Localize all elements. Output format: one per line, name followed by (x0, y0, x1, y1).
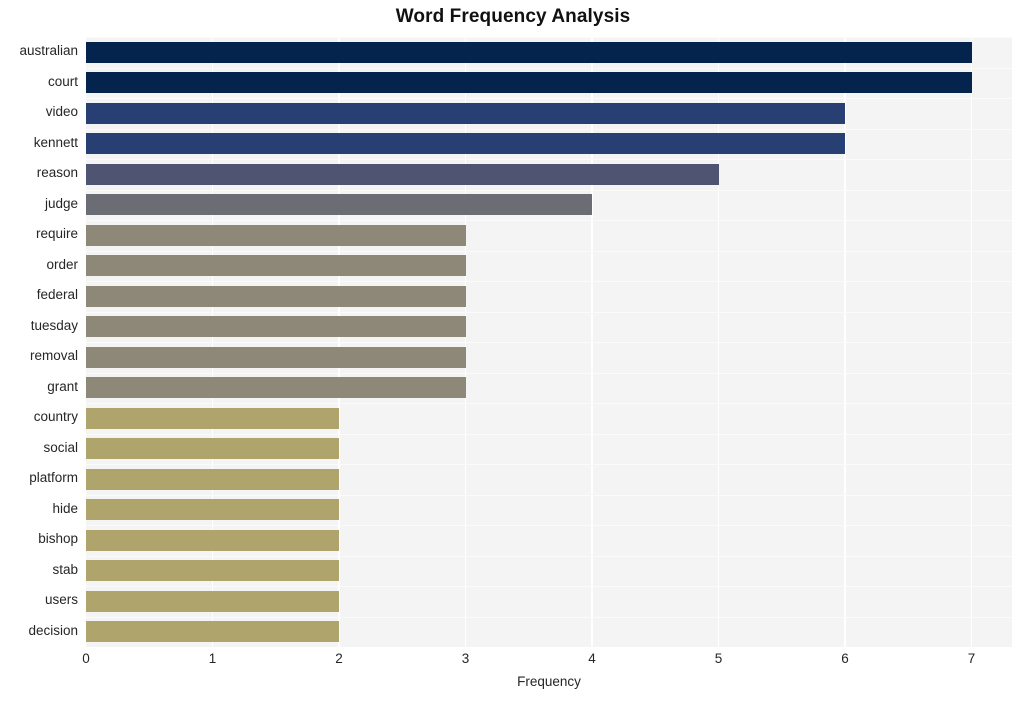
bar-require (86, 224, 466, 246)
gridline-horizontal (86, 586, 1012, 588)
gridline-horizontal (86, 372, 1012, 374)
gridline-horizontal (86, 433, 1012, 435)
gridline-horizontal (86, 464, 1012, 466)
x-tick-label-2: 2 (335, 651, 343, 666)
y-tick-label-federal: federal (36, 287, 78, 303)
y-tick-label-reason: reason (36, 165, 78, 181)
y-tick-label-judge: judge (44, 195, 78, 211)
y-tick-label-order: order (46, 256, 78, 272)
y-tick-label-hide: hide (52, 500, 78, 516)
gridline-horizontal (86, 311, 1012, 313)
bar-court (86, 72, 972, 94)
gridline-horizontal (86, 342, 1012, 344)
y-tick-label-users: users (44, 592, 78, 608)
bar-users (86, 590, 339, 612)
gridline-horizontal (86, 616, 1012, 618)
bar-hide (86, 499, 339, 521)
gridline-horizontal (86, 525, 1012, 527)
x-tick-label-1: 1 (208, 651, 217, 666)
y-tick-label-country: country (33, 409, 78, 425)
y-tick-label-court: court (47, 73, 78, 89)
gridline-horizontal (86, 189, 1012, 191)
bar-tuesday (86, 316, 466, 338)
gridline-horizontal (86, 67, 1012, 69)
x-axis-label: Frequency (517, 674, 581, 689)
gridline-horizontal (86, 403, 1012, 405)
y-tick-label-australian: australian (19, 43, 78, 59)
y-tick-label-kennett: kennett (33, 134, 78, 150)
x-tick-label-6: 6 (841, 651, 849, 666)
y-tick-label-video: video (45, 104, 78, 120)
gridline-horizontal (86, 220, 1012, 222)
gridline-horizontal (86, 98, 1012, 100)
y-tick-label-removal: removal (29, 348, 78, 364)
gridline-horizontal (86, 494, 1012, 496)
x-tick-label-7: 7 (967, 651, 976, 666)
bar-grant (86, 377, 466, 399)
x-tick-label-5: 5 (714, 651, 723, 666)
y-tick-label-grant: grant (47, 378, 78, 394)
gridline-horizontal (86, 37, 1012, 39)
chart-figure: Word Frequency Analysis australian court v… (0, 0, 1026, 701)
y-tick-label-stab: stab (52, 561, 78, 577)
bar-federal (86, 285, 466, 307)
bar-bishop (86, 529, 339, 551)
gridline-horizontal (86, 281, 1012, 283)
bar-country (86, 407, 339, 429)
bar-platform (86, 468, 339, 490)
x-tick-label-4: 4 (588, 651, 596, 666)
bar-australian (86, 41, 972, 63)
y-tick-label-tuesday: tuesday (30, 317, 78, 333)
bar-order (86, 255, 466, 277)
y-tick-label-decision: decision (28, 622, 78, 638)
bar-kennett (86, 133, 846, 155)
bar-decision (86, 621, 339, 643)
plot-area (86, 37, 1012, 647)
bar-video (86, 102, 846, 124)
gridline-horizontal (86, 159, 1012, 161)
y-tick-label-social: social (43, 439, 78, 455)
y-tick-label-platform: platform (29, 470, 78, 486)
y-tick-label-require: require (35, 226, 78, 242)
bar-social (86, 438, 339, 460)
bar-judge (86, 194, 592, 216)
gridline-horizontal (86, 128, 1012, 130)
bar-removal (86, 346, 466, 368)
chart-title: Word Frequency Analysis (395, 6, 631, 27)
gridline-horizontal (86, 555, 1012, 557)
x-tick-label-0: 0 (82, 651, 90, 666)
x-tick-label-3: 3 (461, 651, 470, 666)
y-tick-label-bishop: bishop (38, 531, 78, 547)
bar-stab (86, 560, 339, 582)
gridline-horizontal (86, 250, 1012, 252)
bar-reason (86, 163, 719, 185)
